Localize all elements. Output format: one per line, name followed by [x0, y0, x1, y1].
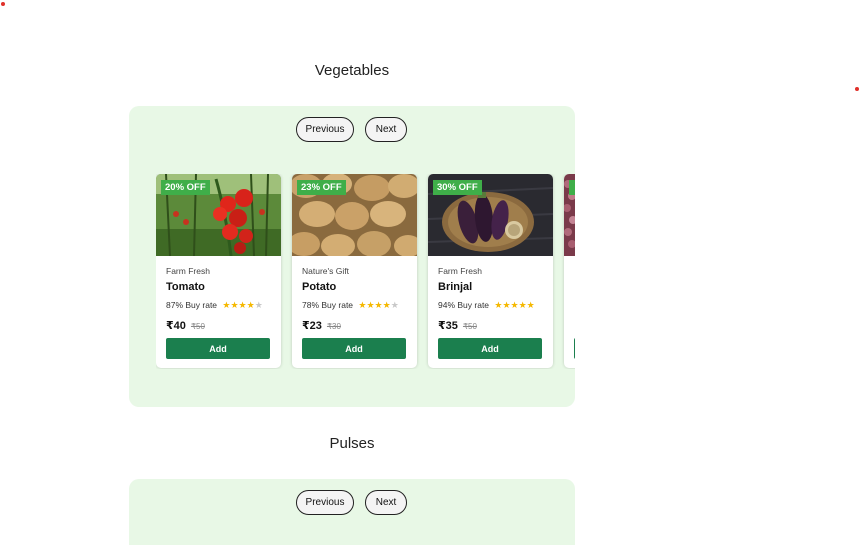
- star-rating: ★★★★★: [222, 300, 263, 310]
- next-button[interactable]: Next: [365, 117, 407, 142]
- discount-badge: 23% OFF: [297, 180, 346, 195]
- previous-button[interactable]: Previous: [296, 117, 354, 142]
- add-to-cart-button[interactable]: Add: [166, 338, 270, 359]
- add-to-cart-button[interactable]: Add: [302, 338, 406, 359]
- product-brand: Farm Fresh: [166, 266, 210, 276]
- product-rating: 78% Buy rate ★★★★★: [302, 300, 399, 311]
- product-card: 20% OFF Farm Fresh Tomato 87% Buy rate ★…: [156, 174, 281, 368]
- original-price: ₹50: [462, 322, 477, 331]
- star-rating: ★★★★★: [358, 300, 399, 310]
- star-rating: ★★★★★: [494, 300, 535, 310]
- price-value: ₹40: [166, 320, 186, 332]
- discount-badge: 20% OFF: [161, 180, 210, 195]
- product-rating: 94% Buy rate ★★★★★: [438, 300, 535, 311]
- product-card: 23% OFF Nature's Gift Potato 78% Buy rat…: [292, 174, 417, 368]
- vegetables-carousel: Previous Next 20% OFF Farm Fresh Tomato …: [129, 106, 575, 407]
- product-name: Potato: [302, 281, 337, 293]
- carousel-nav: Previous Next: [129, 490, 575, 516]
- product-track: 20% OFF Farm Fresh Tomato 87% Buy rate ★…: [156, 174, 575, 369]
- add-to-cart-button-partial[interactable]: [574, 338, 575, 359]
- product-name: Brinjal: [438, 281, 473, 293]
- previous-button[interactable]: Previous: [296, 490, 354, 515]
- product-price: ₹40 ₹50: [166, 319, 205, 332]
- marker-dot: [855, 87, 859, 91]
- price-value: ₹35: [438, 320, 458, 332]
- original-price: ₹30: [326, 322, 341, 331]
- product-brand: Nature's Gift: [302, 266, 349, 276]
- discount-badge: 30% OFF: [433, 180, 482, 195]
- buy-rate: 94% Buy rate: [438, 300, 490, 310]
- buy-rate: 87% Buy rate: [166, 300, 218, 310]
- product-name: Tomato: [166, 281, 205, 293]
- price-value: ₹23: [302, 320, 322, 332]
- product-card: 30% OFF Farm Fresh Brinjal 94% Buy rate …: [428, 174, 553, 368]
- product-price: ₹23 ₹30: [302, 319, 341, 332]
- buy-rate: 78% Buy rate: [302, 300, 354, 310]
- next-button[interactable]: Next: [365, 490, 407, 515]
- add-to-cart-button[interactable]: Add: [438, 338, 542, 359]
- discount-badge-partial: [569, 180, 575, 195]
- section-title-vegetables: Vegetables: [314, 62, 390, 79]
- product-price: ₹35 ₹50: [438, 319, 477, 332]
- pulses-carousel: Previous Next: [129, 479, 575, 545]
- original-price: ₹50: [190, 322, 205, 331]
- carousel-nav: Previous Next: [129, 117, 575, 143]
- product-rating: 87% Buy rate ★★★★★: [166, 300, 263, 311]
- marker-dot: [1, 2, 5, 6]
- product-brand: Farm Fresh: [438, 266, 482, 276]
- product-card-partial: [564, 174, 575, 368]
- section-title-pulses: Pulses: [329, 435, 375, 452]
